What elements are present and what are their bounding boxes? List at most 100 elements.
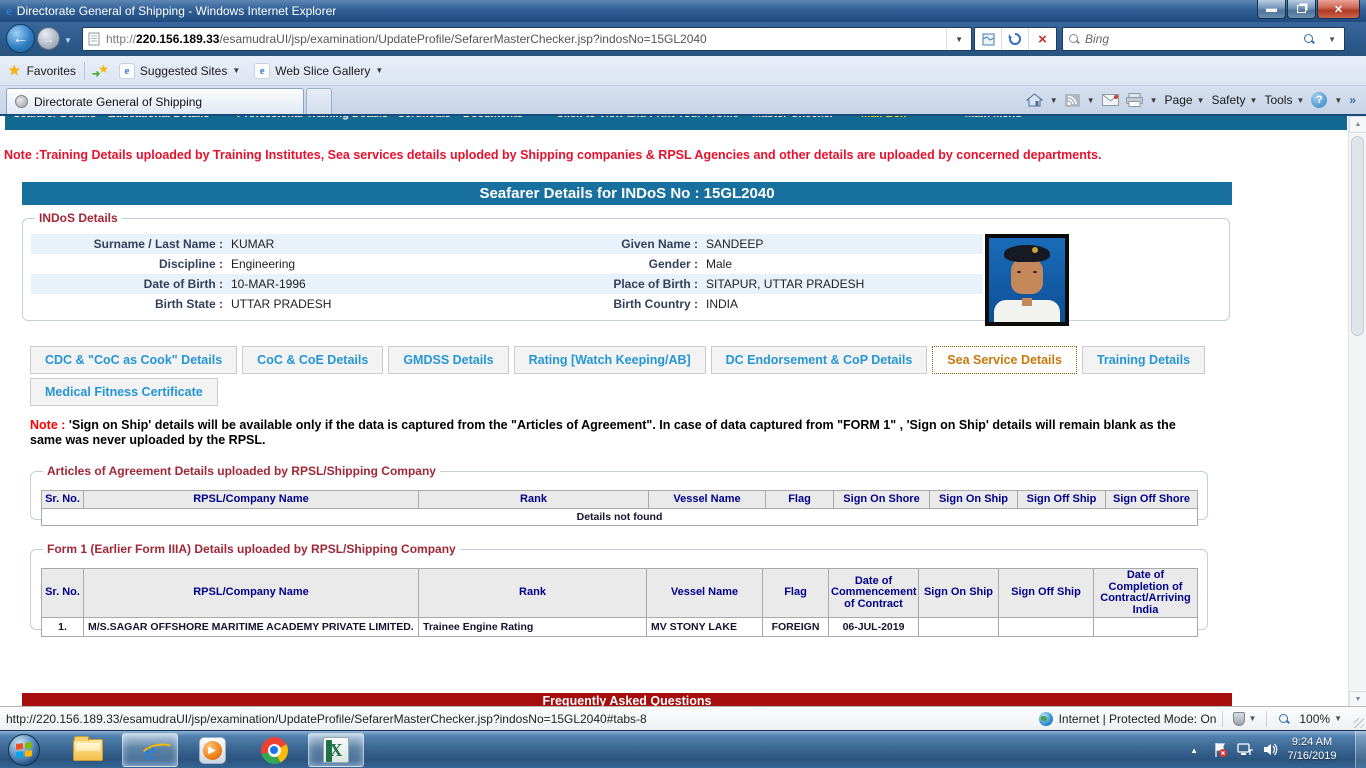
nav-item[interactable]: Certificate bbox=[397, 116, 451, 120]
rss-feed-icon[interactable] bbox=[1064, 93, 1080, 107]
scrollbar-thumb[interactable] bbox=[1351, 136, 1364, 336]
tab-dc-endorsement[interactable]: DC Endorsement & CoP Details bbox=[710, 346, 928, 374]
start-button[interactable] bbox=[8, 734, 40, 766]
seafarer-photo bbox=[985, 234, 1069, 326]
window-title: Directorate General of Shipping - Window… bbox=[16, 4, 337, 18]
print-icon[interactable] bbox=[1125, 93, 1143, 107]
zoom-dropdown-icon[interactable]: ▼ bbox=[1334, 714, 1342, 723]
home-icon[interactable] bbox=[1025, 92, 1043, 108]
nav-item[interactable]: Seafarer Details bbox=[13, 116, 96, 120]
training-note: Note :Training Details uploaded by Train… bbox=[4, 148, 1102, 162]
vertical-scrollbar[interactable]: ▲ ▼ bbox=[1348, 116, 1366, 708]
mail-icon[interactable] bbox=[1101, 94, 1119, 106]
taskbar-excel-button[interactable]: X bbox=[308, 733, 364, 767]
help-icon[interactable]: ? bbox=[1311, 92, 1328, 108]
column-header: Vessel Name bbox=[646, 568, 763, 618]
taskbar-explorer-button[interactable] bbox=[60, 733, 116, 767]
close-button[interactable]: ✕ bbox=[1317, 0, 1360, 19]
minimize-button[interactable]: ▬ bbox=[1257, 0, 1286, 19]
nav-item[interactable]: Click to View and Print Your Profile bbox=[556, 116, 739, 120]
address-input[interactable]: http://220.156.189.33/esamudraUI/jsp/exa… bbox=[82, 27, 972, 51]
nav-item[interactable]: Professional Training Details bbox=[237, 116, 388, 120]
zoom-icon bbox=[1279, 713, 1289, 724]
column-header: Flag bbox=[762, 568, 829, 618]
form1-table: Sr. No. RPSL/Company Name Rank Vessel Na… bbox=[41, 568, 1198, 637]
form1-legend: Form 1 (Earlier Form IIIA) Details uploa… bbox=[47, 542, 456, 556]
search-go-icon[interactable] bbox=[1304, 34, 1314, 44]
tab-sea-service-active[interactable]: Sea Service Details bbox=[932, 346, 1077, 374]
taskbar-ie-button[interactable]: e bbox=[122, 733, 178, 767]
search-input[interactable]: Bing ▼ bbox=[1062, 27, 1345, 51]
page-menu-button[interactable]: Page ▼ bbox=[1165, 93, 1205, 107]
column-header: Rank bbox=[418, 568, 647, 618]
url-path: /esamudraUI/jsp/examination/UpdateProfil… bbox=[219, 32, 707, 46]
nav-item[interactable]: Master Checker bbox=[752, 116, 834, 120]
field-label: Birth Country : bbox=[613, 297, 698, 311]
browser-tab[interactable]: Directorate General of Shipping bbox=[6, 88, 304, 114]
cell-company: M/S.SAGAR OFFSHORE MARITIME ACADEMY PRIV… bbox=[83, 617, 419, 637]
tab-gmdss[interactable]: GMDSS Details bbox=[388, 346, 509, 374]
restore-icon bbox=[1297, 5, 1306, 13]
nav-item[interactable]: Educational Details bbox=[108, 116, 209, 120]
compatibility-view-button[interactable] bbox=[975, 28, 1002, 50]
scroll-up-icon[interactable]: ▲ bbox=[1349, 116, 1366, 133]
tools-menu-button[interactable]: Tools ▼ bbox=[1264, 93, 1304, 107]
column-header: Date of Commencement of Contract bbox=[828, 568, 919, 618]
taskbar-clock[interactable]: 9:24 AM 7/16/2019 bbox=[1274, 735, 1350, 763]
articles-of-agreement-panel: Articles of Agreement Details uploaded b… bbox=[30, 464, 1208, 526]
nav-item-mailbox[interactable]: Mail Box bbox=[861, 116, 906, 120]
tab-favicon bbox=[15, 95, 28, 108]
favorites-button[interactable]: Favorites bbox=[27, 64, 76, 78]
nav-item[interactable]: Documents bbox=[463, 116, 523, 120]
zoom-control[interactable]: 100% ▼ bbox=[1273, 712, 1342, 726]
search-dropdown-icon[interactable]: ▼ bbox=[1328, 35, 1336, 44]
empty-message: Details not found bbox=[41, 508, 1198, 526]
network-icon[interactable] bbox=[1237, 742, 1254, 757]
tab-rating[interactable]: Rating [Watch Keeping/AB] bbox=[513, 346, 706, 374]
tab-coc-coe[interactable]: CoC & CoE Details bbox=[242, 346, 384, 374]
safety-menu-button[interactable]: Safety ▼ bbox=[1212, 93, 1258, 107]
field-value: UTTAR PRADESH bbox=[231, 297, 332, 311]
help-dropdown-icon[interactable]: ▼ bbox=[1334, 96, 1342, 105]
overflow-chevron-icon[interactable]: » bbox=[1349, 93, 1356, 107]
show-desktop-button[interactable] bbox=[1355, 731, 1366, 768]
shield-icon bbox=[1233, 711, 1246, 726]
nav-item[interactable]: Main Menu bbox=[965, 116, 1022, 120]
field-value: INDIA bbox=[706, 297, 739, 311]
column-header: Rank bbox=[418, 490, 649, 509]
folder-icon bbox=[73, 736, 103, 761]
search-placeholder: Bing bbox=[1085, 32, 1110, 46]
tab-cdc-coc-cook[interactable]: CDC & "CoC as Cook" Details bbox=[30, 346, 238, 374]
taskbar-media-player-button[interactable]: ▶ bbox=[184, 733, 240, 767]
action-center-flag-icon[interactable] bbox=[1212, 742, 1228, 758]
address-dropdown-icon[interactable]: ▼ bbox=[946, 28, 971, 50]
refresh-icon bbox=[1008, 32, 1022, 45]
tab-training[interactable]: Training Details bbox=[1081, 346, 1206, 374]
cell-sign-off-ship bbox=[998, 617, 1094, 637]
tab-medical-fitness[interactable]: Medical Fitness Certificate bbox=[30, 378, 218, 406]
forward-button[interactable]: → bbox=[37, 27, 60, 50]
back-button[interactable]: ← bbox=[6, 24, 35, 53]
search-icon bbox=[1069, 34, 1079, 44]
new-tab-stub[interactable] bbox=[306, 88, 332, 114]
home-dropdown-icon[interactable]: ▼ bbox=[1050, 96, 1058, 105]
add-favorite-icon[interactable]: ★ ➜ bbox=[92, 62, 109, 80]
show-hidden-icons[interactable]: ▲ bbox=[1190, 746, 1198, 755]
history-dropdown-icon[interactable]: ▼ bbox=[64, 36, 72, 45]
field-value: Male bbox=[706, 257, 733, 271]
column-header: Vessel Name bbox=[648, 490, 766, 509]
print-dropdown-icon[interactable]: ▼ bbox=[1150, 96, 1158, 105]
suggested-sites-button[interactable]: e Suggested Sites ▼ bbox=[118, 62, 240, 79]
taskbar-chrome-button[interactable] bbox=[246, 733, 302, 767]
feed-dropdown-icon[interactable]: ▼ bbox=[1087, 96, 1095, 105]
divider bbox=[83, 61, 85, 80]
column-header: Sign On Ship bbox=[929, 490, 1018, 509]
restore-button[interactable] bbox=[1287, 0, 1316, 19]
stop-button[interactable]: × bbox=[1029, 28, 1056, 50]
aoa-legend: Articles of Agreement Details uploaded b… bbox=[47, 464, 436, 478]
web-slice-gallery-button[interactable]: e Web Slice Gallery ▼ bbox=[254, 62, 383, 79]
column-header: Sign On Ship bbox=[918, 568, 999, 618]
title-bar: e Directorate General of Shipping - Wind… bbox=[0, 0, 1366, 22]
smartscreen-button[interactable]: ▼ bbox=[1233, 711, 1256, 726]
refresh-button[interactable] bbox=[1002, 28, 1029, 50]
